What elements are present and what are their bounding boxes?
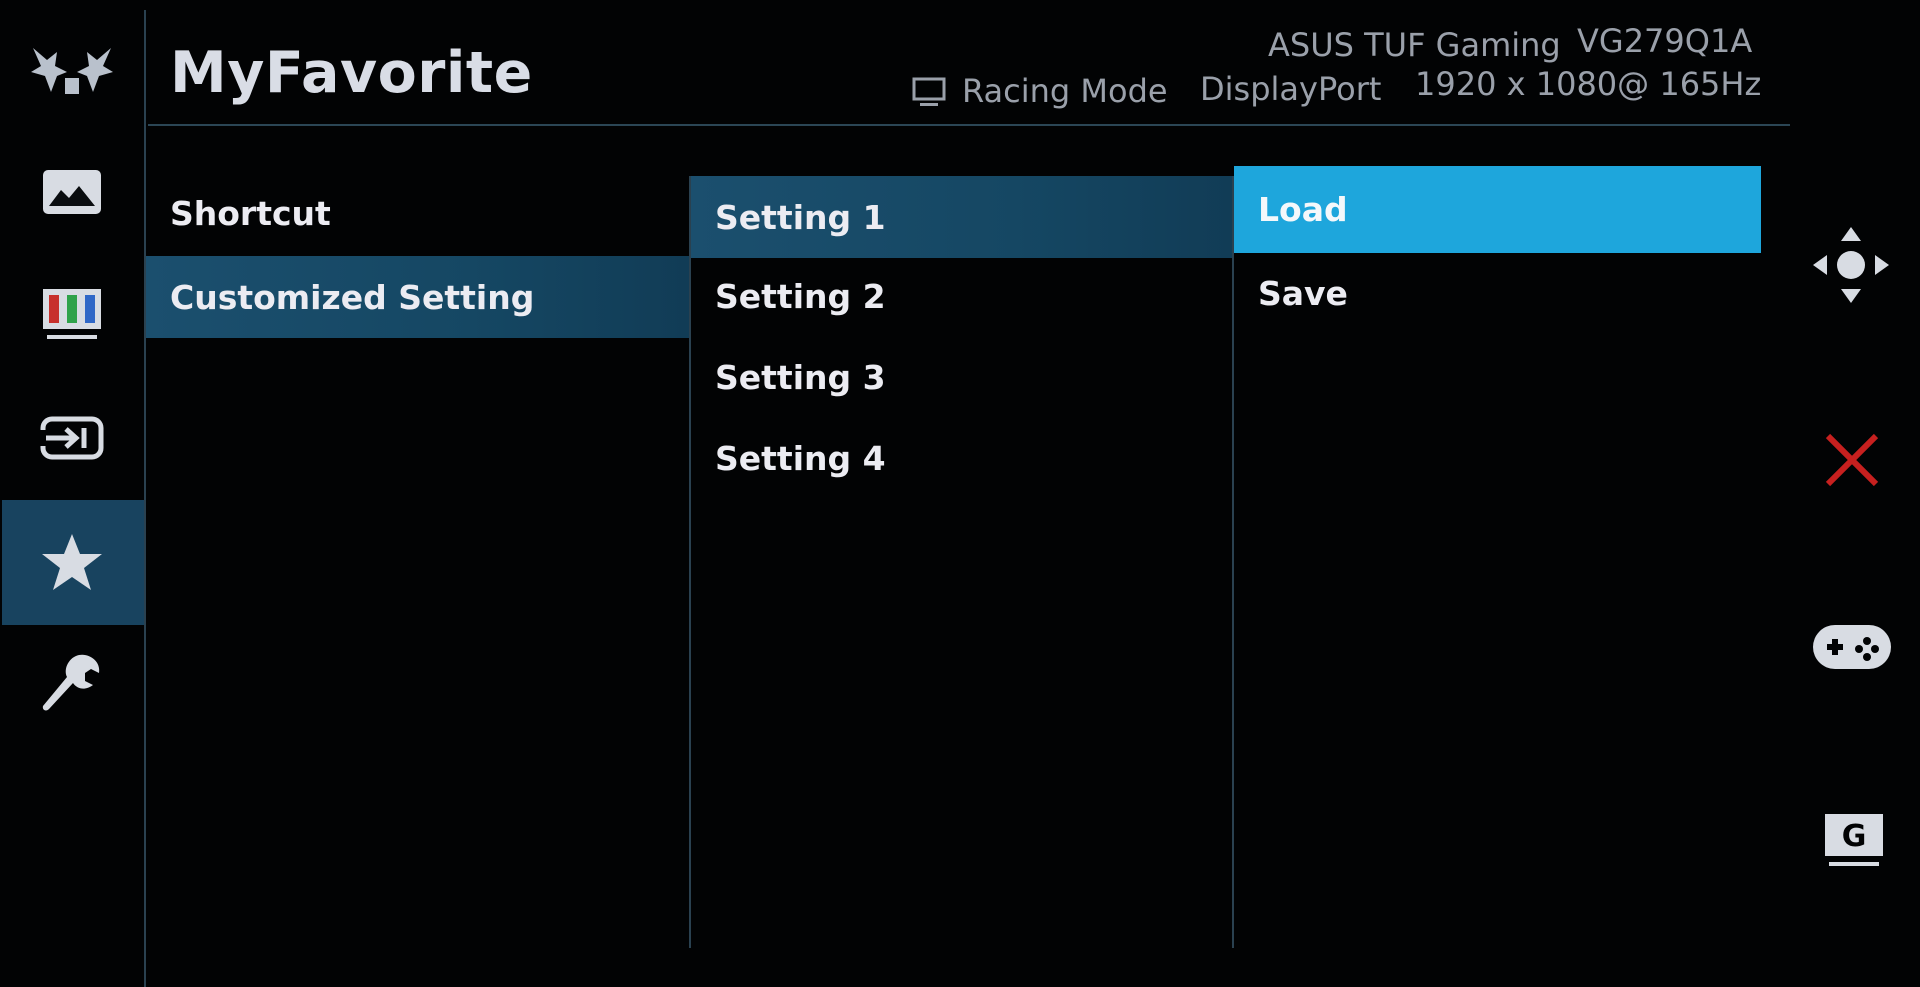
five-way-navigation-icon [1806,220,1896,310]
monitor-icon [912,77,946,113]
menu-item-setting-2[interactable]: Setting 2 [691,263,1232,329]
color-bars-icon[interactable] [20,263,124,367]
svg-text:G: G [1842,819,1867,854]
close-icon [1810,418,1894,502]
input-select-icon[interactable] [20,386,124,490]
gameplus-g-icon: G [1814,800,1894,880]
menu-item-save[interactable]: Save [1234,260,1761,326]
menu-item-shortcut[interactable]: Shortcut [146,180,689,246]
model-label: VG279Q1A [1577,22,1753,60]
star-icon[interactable] [20,510,124,614]
tuf-logo-icon [20,20,124,124]
menu-item-setting-3[interactable]: Setting 3 [691,344,1232,410]
menu-item-load[interactable]: Load [1234,166,1761,253]
menu-item-setting-1[interactable]: Setting 1 [691,176,1232,258]
picture-mode-label: Racing Mode [962,72,1168,110]
gamepad-icon [1810,605,1894,689]
input-source-label: DisplayPort [1200,70,1382,108]
menu-item-setting-4[interactable]: Setting 4 [691,425,1232,491]
page-title: MyFavorite [170,40,533,106]
header-divider [148,124,1790,126]
rail-divider [144,10,146,987]
brand-label: ASUS TUF Gaming [1268,26,1561,64]
image-icon[interactable] [20,140,124,244]
resolution-label: 1920 x 1080@ 165Hz [1415,65,1762,103]
wrench-icon[interactable] [20,632,124,736]
menu-item-customized-setting[interactable]: Customized Setting [146,256,689,338]
